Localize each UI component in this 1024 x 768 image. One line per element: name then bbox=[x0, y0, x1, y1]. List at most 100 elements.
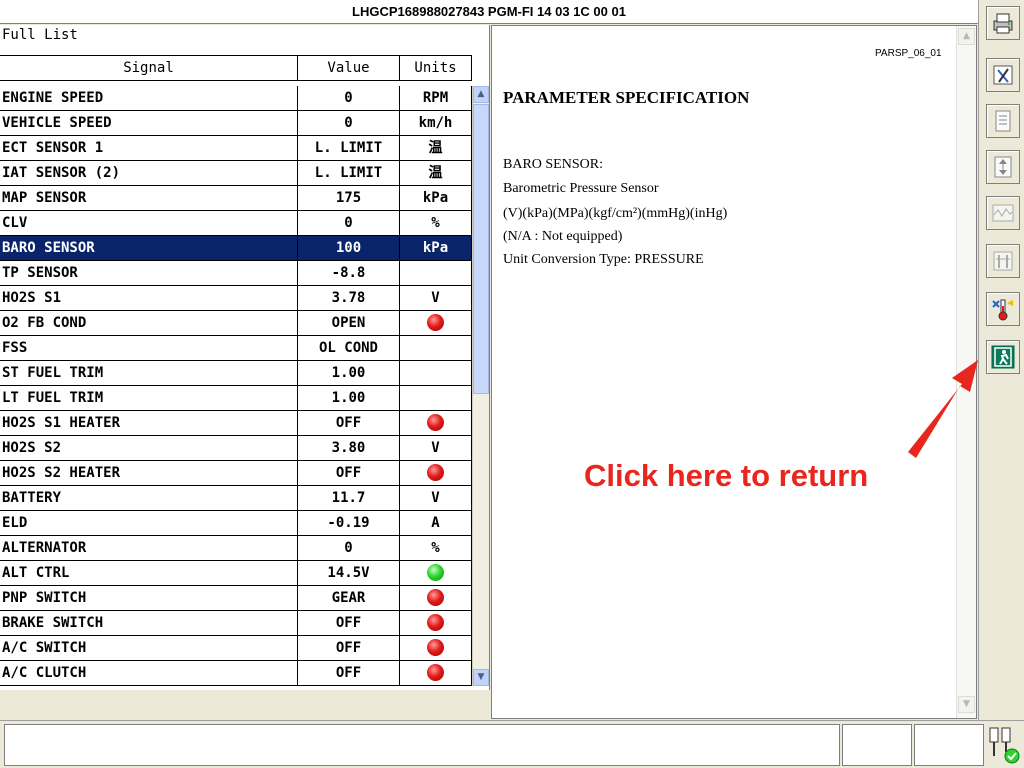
signal-name: A/C SWITCH bbox=[0, 636, 298, 660]
signal-units bbox=[400, 561, 472, 585]
table-row[interactable]: BARO SENSOR 100 kPa bbox=[0, 236, 472, 261]
updown-button[interactable] bbox=[986, 150, 1020, 184]
table-row[interactable]: TP SENSOR -8.8 bbox=[0, 261, 472, 286]
table-row[interactable]: IAT SENSOR (2) L. LIMIT 温 bbox=[0, 161, 472, 186]
signal-units: A bbox=[400, 511, 472, 535]
table-row[interactable]: BRAKE SWITCH OFF bbox=[0, 611, 472, 636]
table-row[interactable]: PNP SWITCH GEAR bbox=[0, 586, 472, 611]
waveform-icon bbox=[992, 204, 1014, 222]
signal-table: ENGINE SPEED 0 RPM VEHICLE SPEED 0 km/h ECT SE… bbox=[0, 86, 472, 686]
table-row[interactable]: HO2S S1 3.78 V bbox=[0, 286, 472, 311]
signal-name: HO2S S2 HEATER bbox=[0, 461, 298, 485]
signal-name: LT FUEL TRIM bbox=[0, 386, 298, 410]
table-row[interactable]: A/C SWITCH OFF bbox=[0, 636, 472, 661]
red-indicator-icon bbox=[427, 588, 444, 606]
signal-units: V bbox=[400, 486, 472, 510]
table-row[interactable]: ECT SENSOR 1 L. LIMIT 温 bbox=[0, 136, 472, 161]
table-row[interactable]: VEHICLE SPEED 0 km/h bbox=[0, 111, 472, 136]
column-header-units[interactable]: Units bbox=[400, 56, 472, 80]
table-row[interactable]: BATTERY 11.7 V bbox=[0, 486, 472, 511]
scroll-thumb[interactable] bbox=[473, 104, 489, 394]
column-header-signal[interactable]: Signal bbox=[0, 56, 298, 80]
signal-value: 100 bbox=[298, 236, 400, 260]
signal-units: 温 bbox=[400, 161, 472, 185]
signal-value: L. LIMIT bbox=[298, 161, 400, 185]
table-row[interactable]: A/C CLUTCH OFF bbox=[0, 661, 472, 686]
signal-value: OFF bbox=[298, 611, 400, 635]
signal-list-scrollbar[interactable]: ▲ ▼ bbox=[472, 86, 489, 686]
settings-button[interactable] bbox=[986, 244, 1020, 278]
signal-value: 1.00 bbox=[298, 386, 400, 410]
signal-name: ENGINE SPEED bbox=[0, 86, 298, 110]
table-row[interactable]: ALT CTRL 14.5V bbox=[0, 561, 472, 586]
signal-value: 14.5V bbox=[298, 561, 400, 585]
table-row[interactable]: HO2S S2 HEATER OFF bbox=[0, 461, 472, 486]
thermometer-button[interactable] bbox=[986, 292, 1020, 326]
signal-name: ECT SENSOR 1 bbox=[0, 136, 298, 160]
signal-name: HO2S S1 bbox=[0, 286, 298, 310]
table-row[interactable]: MAP SENSOR 175 kPa bbox=[0, 186, 472, 211]
doc-line: Barometric Pressure Sensor bbox=[503, 181, 659, 196]
window-title: LHGCP168988027843 PGM-FI 14 03 1C 00 01 bbox=[0, 0, 978, 24]
doc-line: BARO SENSOR: bbox=[503, 157, 603, 172]
table-row[interactable]: FSS OL COND bbox=[0, 336, 472, 361]
table-row[interactable]: ENGINE SPEED 0 RPM bbox=[0, 86, 472, 111]
table-row[interactable]: HO2S S1 HEATER OFF bbox=[0, 411, 472, 436]
doc-scroll-up-button[interactable]: ▲ bbox=[958, 28, 975, 45]
signal-value: GEAR bbox=[298, 586, 400, 610]
signal-units: 温 bbox=[400, 136, 472, 160]
scroll-down-button[interactable]: ▼ bbox=[473, 669, 489, 686]
signal-value: 1.00 bbox=[298, 361, 400, 385]
table-row[interactable]: ST FUEL TRIM 1.00 bbox=[0, 361, 472, 386]
signal-name: HO2S S2 bbox=[0, 436, 298, 460]
print-button[interactable] bbox=[986, 6, 1020, 40]
signal-name: O2 FB COND bbox=[0, 311, 298, 335]
document-button[interactable] bbox=[986, 104, 1020, 138]
table-row[interactable]: CLV 0% bbox=[0, 211, 472, 236]
scroll-up-button[interactable]: ▲ bbox=[473, 86, 489, 103]
red-indicator-icon bbox=[427, 413, 444, 431]
column-header-value[interactable]: Value bbox=[298, 56, 400, 80]
doc-heading: PARAMETER SPECIFICATION bbox=[503, 88, 750, 107]
table-row[interactable]: O2 FB COND OPEN bbox=[0, 311, 472, 336]
signal-name: ALTERNATOR bbox=[0, 536, 298, 560]
signal-value: L. LIMIT bbox=[298, 136, 400, 160]
return-callout-text: Click here to return bbox=[584, 458, 869, 493]
signal-name: A/C CLUTCH bbox=[0, 661, 298, 685]
signal-value: OL COND bbox=[298, 336, 400, 360]
red-indicator-icon bbox=[427, 463, 444, 481]
tools-button[interactable] bbox=[986, 58, 1020, 92]
signal-name: PNP SWITCH bbox=[0, 586, 298, 610]
table-row[interactable]: LT FUEL TRIM 1.00 bbox=[0, 386, 472, 411]
document-icon bbox=[995, 110, 1011, 132]
signal-value: OFF bbox=[298, 411, 400, 435]
table-row[interactable]: HO2S S2 3.80 V bbox=[0, 436, 472, 461]
waveform-button[interactable] bbox=[986, 196, 1020, 230]
red-indicator-icon bbox=[427, 313, 444, 331]
signal-units: RPM bbox=[400, 86, 472, 110]
signal-units: km/h bbox=[400, 111, 472, 135]
table-header: Signal Value Units bbox=[0, 55, 472, 81]
signal-units bbox=[400, 311, 472, 335]
table-row[interactable]: ALTERNATOR 0% bbox=[0, 536, 472, 561]
signal-value: 0 bbox=[298, 211, 400, 235]
signal-name: VEHICLE SPEED bbox=[0, 111, 298, 135]
status-message-box bbox=[4, 724, 840, 766]
doc-scroll-down-button[interactable]: ▼ bbox=[958, 696, 975, 713]
signal-units bbox=[400, 611, 472, 635]
signal-units bbox=[400, 411, 472, 435]
printer-icon bbox=[993, 13, 1013, 34]
signal-units: V bbox=[400, 436, 472, 460]
signal-name: IAT SENSOR (2) bbox=[0, 161, 298, 185]
exit-button[interactable] bbox=[986, 340, 1020, 374]
signal-units: % bbox=[400, 211, 472, 235]
signal-units bbox=[400, 636, 472, 660]
signal-name: ALT CTRL bbox=[0, 561, 298, 585]
red-indicator-icon bbox=[427, 638, 444, 656]
table-row[interactable]: ELD -0.19 A bbox=[0, 511, 472, 536]
doc-line: (V)(kPa)(MPa)(kgf/cm²)(mmHg)(inHg) bbox=[503, 206, 728, 221]
signal-name: ST FUEL TRIM bbox=[0, 361, 298, 385]
list-title: Full List bbox=[2, 27, 78, 43]
signal-value: 3.78 bbox=[298, 286, 400, 310]
signal-units: kPa bbox=[400, 236, 472, 260]
